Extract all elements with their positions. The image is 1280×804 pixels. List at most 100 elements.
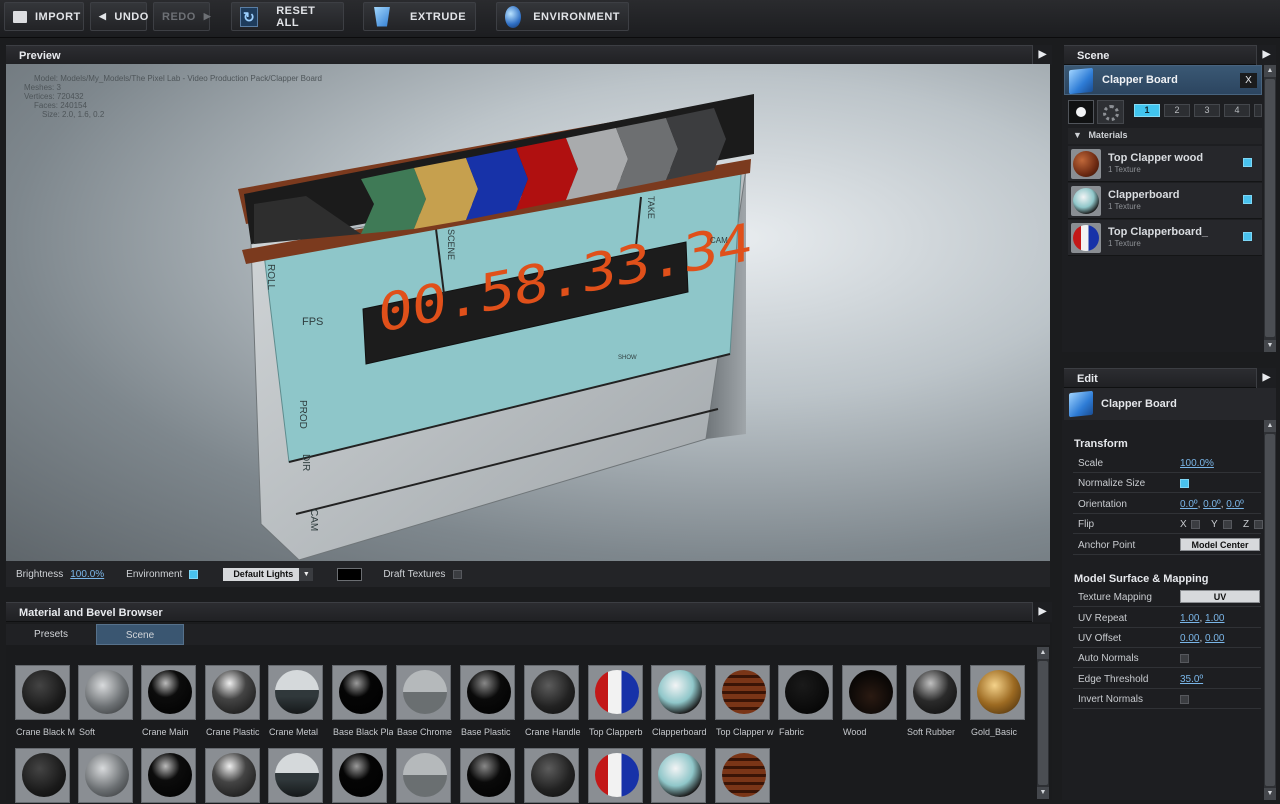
layer-button-4[interactable]: 4 bbox=[1224, 104, 1250, 117]
background-color-swatch[interactable] bbox=[337, 567, 363, 581]
material-swatch[interactable] bbox=[15, 748, 70, 803]
scroll-down-arrow-icon[interactable]: ▼ bbox=[1264, 788, 1276, 800]
material-swatch[interactable] bbox=[268, 665, 323, 720]
extrude-button[interactable]: EXTRUDE bbox=[363, 2, 476, 31]
material-preview-sphere bbox=[531, 670, 575, 714]
material-swatch[interactable] bbox=[141, 665, 196, 720]
material-swatch[interactable] bbox=[332, 665, 387, 720]
scene-material-row[interactable]: Top Clapperboard_ 1 Texture bbox=[1068, 220, 1262, 256]
scroll-thumb[interactable] bbox=[1265, 79, 1275, 337]
tab-presets[interactable]: Presets bbox=[6, 624, 96, 645]
material-swatch[interactable] bbox=[588, 748, 643, 803]
material-browser-scrollbar[interactable]: ▲ ▼ bbox=[1037, 647, 1049, 799]
flip-y-checkbox[interactable] bbox=[1223, 520, 1232, 529]
remove-object-button[interactable]: X bbox=[1240, 73, 1257, 88]
scroll-thumb[interactable] bbox=[1265, 434, 1275, 786]
flip-z-checkbox[interactable] bbox=[1254, 520, 1263, 529]
brightness-value[interactable]: 100.0% bbox=[70, 569, 104, 580]
material-swatch[interactable] bbox=[524, 748, 579, 803]
material-visible-checkbox[interactable] bbox=[1243, 195, 1252, 204]
materials-section-header[interactable]: ▼ Materials bbox=[1068, 128, 1262, 144]
flip-x-checkbox[interactable] bbox=[1191, 520, 1200, 529]
scene-hierarchy-button[interactable] bbox=[1068, 100, 1094, 124]
material-swatch[interactable] bbox=[460, 748, 515, 803]
material-preview-sphere bbox=[212, 753, 256, 797]
material-visible-checkbox[interactable] bbox=[1243, 232, 1252, 241]
material-swatch[interactable] bbox=[78, 748, 133, 803]
uv-offset-v-value[interactable]: 0.00 bbox=[1205, 633, 1224, 644]
auto-normals-checkbox[interactable] bbox=[1180, 654, 1189, 663]
normalize-size-checkbox[interactable] bbox=[1180, 479, 1189, 488]
environment-checkbox[interactable] bbox=[189, 569, 199, 579]
preview-expand-arrow-icon[interactable]: ▶ bbox=[1032, 45, 1052, 65]
scene-expand-arrow-icon[interactable]: ▶ bbox=[1256, 45, 1276, 65]
material-swatch[interactable] bbox=[205, 665, 260, 720]
material-swatch[interactable] bbox=[396, 748, 451, 803]
material-swatch[interactable] bbox=[715, 665, 770, 720]
orientation-x-value[interactable]: 0.0º bbox=[1180, 499, 1198, 510]
anchor-point-dropdown[interactable]: Model Center bbox=[1180, 538, 1260, 551]
uv-repeat-v-value[interactable]: 1.00 bbox=[1205, 613, 1224, 624]
material-swatch[interactable] bbox=[970, 665, 1025, 720]
material-swatch[interactable] bbox=[332, 748, 387, 803]
material-swatch[interactable] bbox=[460, 665, 515, 720]
scroll-up-arrow-icon[interactable]: ▲ bbox=[1264, 65, 1276, 77]
layer-button-3[interactable]: 3 bbox=[1194, 104, 1220, 117]
material-preview-sphere bbox=[595, 753, 639, 797]
reset-all-button[interactable]: ↻ RESET ALL bbox=[231, 2, 344, 31]
material-swatch[interactable] bbox=[842, 665, 897, 720]
material-texture-count: 1 Texture bbox=[1108, 202, 1141, 211]
edge-threshold-value[interactable]: 35.0º bbox=[1180, 674, 1203, 685]
environment-button[interactable]: ENVIRONMENT bbox=[496, 2, 629, 31]
undo-button[interactable]: ◀ UNDO bbox=[90, 2, 148, 31]
orientation-y-value[interactable]: 0.0º bbox=[1203, 499, 1221, 510]
scene-material-row[interactable]: Top Clapper wood 1 Texture bbox=[1068, 146, 1262, 182]
preview-viewport[interactable]: Model: Models/My_Models/The Pixel Lab - … bbox=[6, 64, 1050, 561]
material-swatch[interactable] bbox=[268, 748, 323, 803]
import-button[interactable]: IMPORT bbox=[4, 2, 84, 31]
edit-expand-arrow-icon[interactable]: ▶ bbox=[1256, 368, 1276, 388]
material-swatch[interactable] bbox=[651, 748, 706, 803]
material-browser-expand-arrow-icon[interactable]: ▶ bbox=[1032, 602, 1052, 622]
material-swatch[interactable] bbox=[524, 665, 579, 720]
texture-mapping-dropdown[interactable]: UV bbox=[1180, 590, 1260, 603]
tab-scene[interactable]: Scene bbox=[96, 624, 184, 645]
material-swatch[interactable] bbox=[906, 665, 961, 720]
material-swatch[interactable] bbox=[778, 665, 833, 720]
scale-value[interactable]: 100.0% bbox=[1180, 458, 1214, 469]
scene-materials-view-button[interactable] bbox=[1097, 100, 1124, 124]
layer-button-2[interactable]: 2 bbox=[1164, 104, 1190, 117]
layer-button-1[interactable]: 1 bbox=[1134, 104, 1160, 117]
scene-material-row[interactable]: Clapperboard 1 Texture bbox=[1068, 183, 1262, 219]
material-visible-checkbox[interactable] bbox=[1243, 158, 1252, 167]
material-swatch[interactable] bbox=[715, 748, 770, 803]
material-swatch[interactable] bbox=[396, 665, 451, 720]
redo-button[interactable]: REDO ▶ bbox=[153, 2, 212, 31]
scroll-down-arrow-icon[interactable]: ▼ bbox=[1037, 787, 1049, 799]
scroll-thumb[interactable] bbox=[1038, 661, 1048, 785]
edit-title: Edit bbox=[1077, 373, 1098, 385]
edit-scrollbar[interactable]: ▲ ▼ bbox=[1264, 420, 1276, 800]
layer-button-more[interactable] bbox=[1254, 104, 1262, 117]
redo-arrow-icon: ▶ bbox=[203, 11, 212, 21]
lights-dropdown[interactable]: Default Lights ▼ bbox=[223, 567, 314, 581]
orientation-z-value[interactable]: 0.0º bbox=[1226, 499, 1244, 510]
material-swatch[interactable] bbox=[651, 665, 706, 720]
material-swatch[interactable] bbox=[205, 748, 260, 803]
uv-offset-u-value[interactable]: 0.00 bbox=[1180, 633, 1199, 644]
draft-textures-checkbox[interactable] bbox=[453, 569, 463, 579]
scroll-up-arrow-icon[interactable]: ▲ bbox=[1037, 647, 1049, 659]
invert-normals-checkbox[interactable] bbox=[1180, 695, 1189, 704]
lights-dropdown-value: Default Lights bbox=[233, 569, 294, 579]
uv-repeat-u-value[interactable]: 1.00 bbox=[1180, 613, 1199, 624]
material-swatch[interactable] bbox=[588, 665, 643, 720]
scroll-down-arrow-icon[interactable]: ▼ bbox=[1264, 340, 1276, 352]
scroll-up-arrow-icon[interactable]: ▲ bbox=[1264, 420, 1276, 432]
scene-scrollbar[interactable]: ▲ ▼ bbox=[1264, 65, 1276, 352]
texture-mapping-row: Texture Mapping UV bbox=[1073, 587, 1261, 607]
scene-object-selected[interactable]: Clapper Board X bbox=[1064, 65, 1262, 95]
material-swatch[interactable] bbox=[15, 665, 70, 720]
slate-label-take: TAKE bbox=[646, 196, 656, 219]
material-swatch[interactable] bbox=[78, 665, 133, 720]
material-swatch[interactable] bbox=[141, 748, 196, 803]
